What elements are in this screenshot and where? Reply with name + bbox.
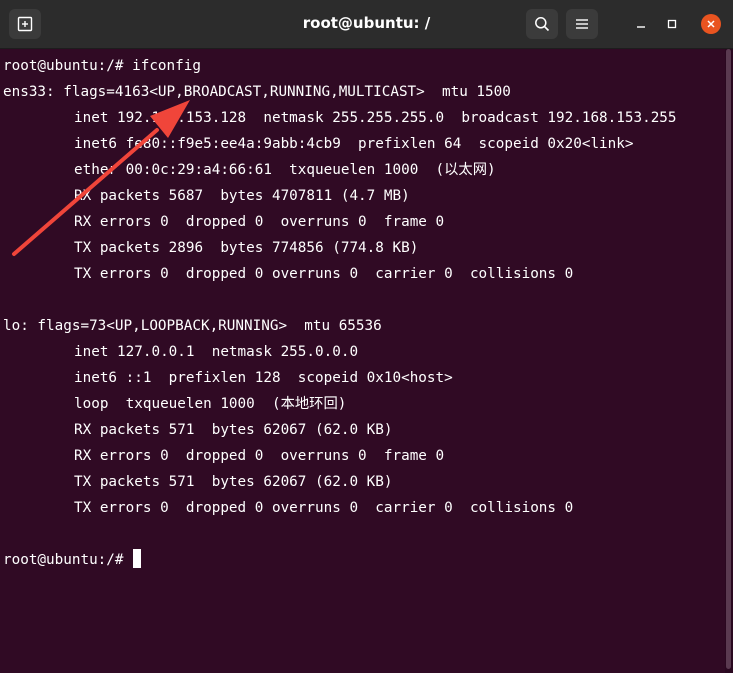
terminal-line: RX errors 0 dropped 0 overruns 0 frame 0 [74, 214, 445, 230]
terminal-line: TX errors 0 dropped 0 overruns 0 carrier… [74, 500, 574, 516]
terminal-line: TX packets 2896 bytes 774856 (774.8 KB) [74, 240, 419, 256]
terminal-line: root@ubuntu:/# ifconfig [3, 58, 201, 74]
terminal-prompt: root@ubuntu:/# [3, 552, 133, 568]
terminal-prompt-line[interactable]: root@ubuntu:/# [3, 547, 142, 573]
minimize-button[interactable] [631, 14, 651, 34]
maximize-icon [667, 19, 677, 29]
terminal-line: RX packets 5687 bytes 4707811 (4.7 MB) [74, 188, 410, 204]
terminal-line: inet6 fe80::f9e5:ee4a:9abb:4cb9 prefixle… [74, 136, 634, 152]
terminal-line: ether 00:0c:29:a4:66:61 txqueuelen 1000 … [74, 162, 496, 178]
terminal-line: inet 192.168.153.128 netmask 255.255.255… [74, 110, 677, 126]
search-icon [535, 17, 550, 32]
terminal-output[interactable]: root@ubuntu:/# ifconfig ens33: flags=416… [0, 49, 725, 673]
menu-button[interactable] [566, 9, 598, 39]
minimize-icon [637, 26, 645, 28]
title-bar: root@ubuntu: / [0, 0, 733, 49]
close-icon [707, 20, 715, 28]
window-title: root@ubuntu: / [302, 14, 431, 32]
search-button[interactable] [526, 9, 558, 39]
close-button[interactable] [701, 14, 721, 34]
scrollbar[interactable] [725, 49, 733, 673]
terminal-line: RX errors 0 dropped 0 overruns 0 frame 0 [74, 448, 445, 464]
terminal-window: root@ubuntu: / root@ubuntu:/# ifconfig e… [0, 0, 733, 673]
scrollbar-thumb[interactable] [726, 49, 731, 669]
terminal-line: lo: flags=73<UP,LOOPBACK,RUNNING> mtu 65… [3, 318, 382, 334]
maximize-button[interactable] [662, 14, 682, 34]
terminal-line: RX packets 571 bytes 62067 (62.0 KB) [74, 422, 393, 438]
terminal-line: TX errors 0 dropped 0 overruns 0 carrier… [74, 266, 574, 282]
terminal-line: inet6 ::1 prefixlen 128 scopeid 0x10<hos… [74, 370, 453, 386]
hamburger-menu-icon [576, 19, 588, 29]
text-cursor [133, 549, 142, 568]
terminal-line: TX packets 571 bytes 62067 (62.0 KB) [74, 474, 393, 490]
terminal-line: loop txqueuelen 1000 (本地环回) [74, 396, 347, 412]
terminal-line: ens33: flags=4163<UP,BROADCAST,RUNNING,M… [3, 84, 511, 100]
terminal-line: inet 127.0.0.1 netmask 255.0.0.0 [74, 344, 359, 360]
